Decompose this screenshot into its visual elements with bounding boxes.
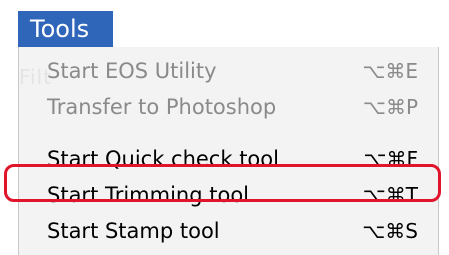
menu-item-label: Start Stamp tool [47, 219, 220, 243]
menu-item-shortcut: ⌥⌘P [362, 95, 418, 119]
menu-item-shortcut: ⌥⌘E [362, 59, 418, 83]
menu-item-start-stamp-tool[interactable]: Start Stamp tool ⌥⌘S [19, 213, 440, 249]
menu-item-label: Transfer to Photoshop [47, 95, 277, 119]
menu-item-start-eos-utility[interactable]: Start EOS Utility ⌥⌘E [19, 53, 440, 89]
menu-item-transfer-to-photoshop[interactable]: Transfer to Photoshop ⌥⌘P [19, 89, 440, 125]
menu-separator [19, 138, 440, 139]
tools-menu-title[interactable]: Tools [18, 11, 113, 47]
menu-item-shortcut: ⌥⌘S [362, 219, 418, 243]
tools-dropdown-menu: Filt Start EOS Utility ⌥⌘E Transfer to P… [18, 47, 439, 255]
trimming-tool-highlight-outline [4, 164, 441, 202]
menu-item-label: Start EOS Utility [47, 59, 217, 83]
